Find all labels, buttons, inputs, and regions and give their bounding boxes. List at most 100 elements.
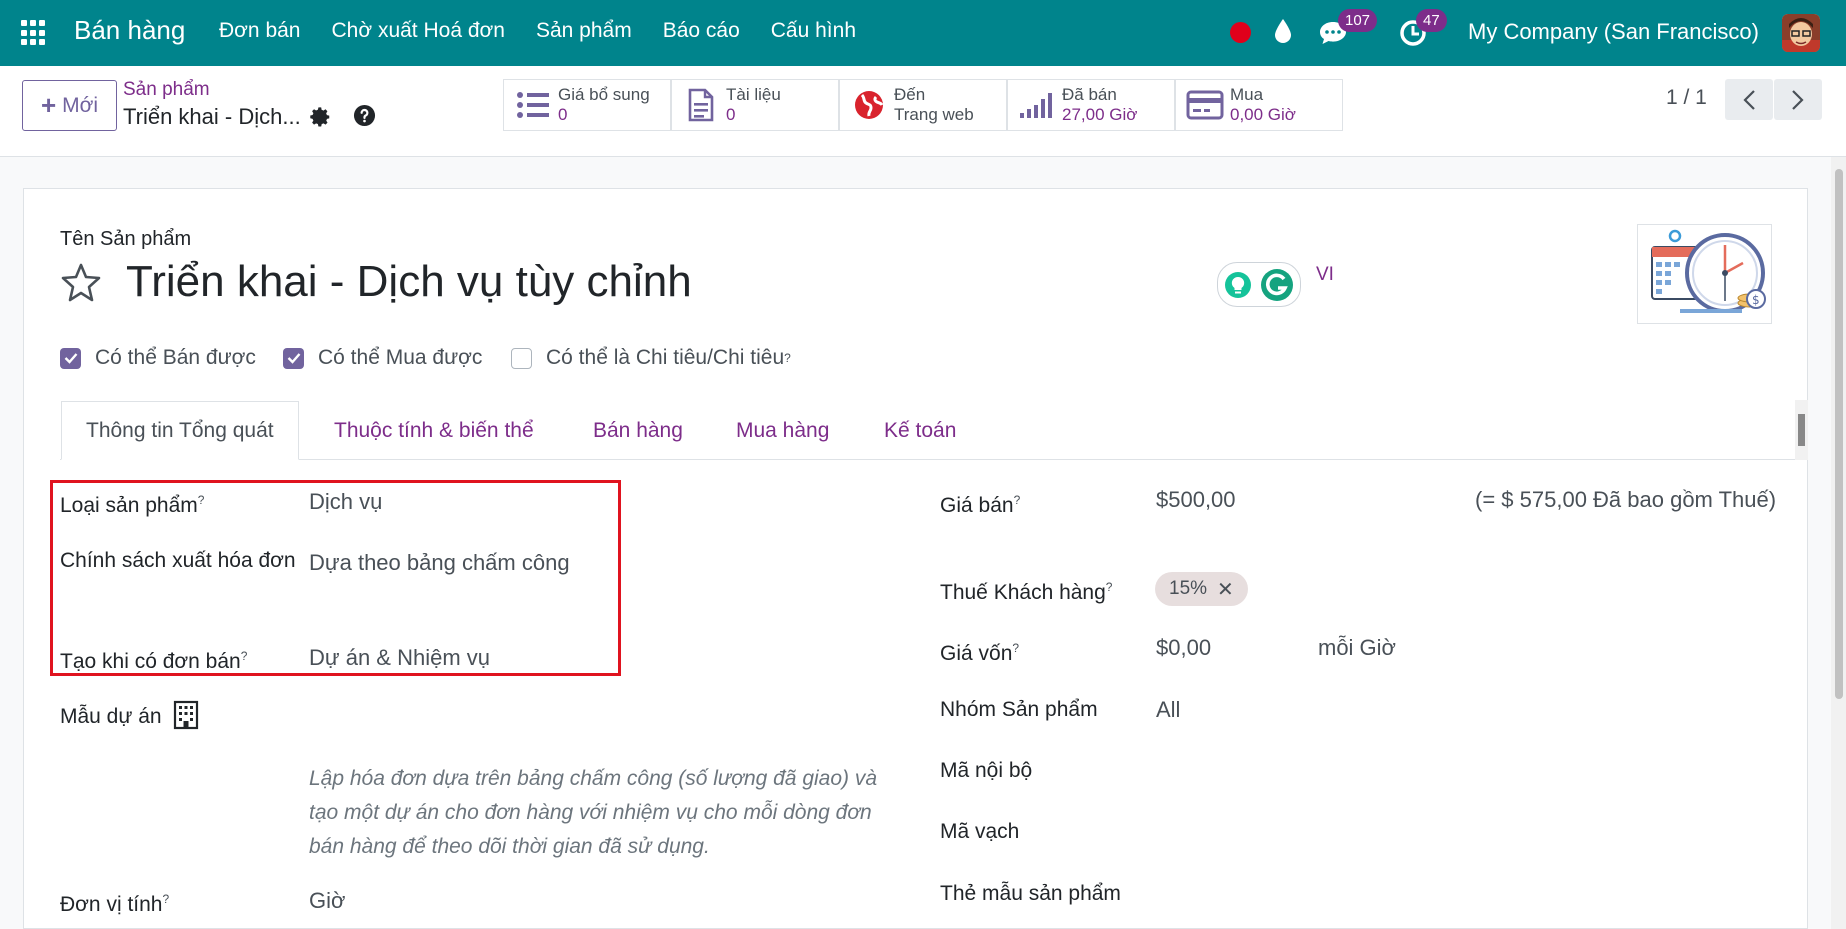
app-brand[interactable]: Bán hàng	[74, 15, 185, 46]
checkbox-checked-icon[interactable]	[283, 347, 304, 369]
product-type-select[interactable]: Dịch vụ	[309, 485, 382, 519]
checkbox-label: Có thể Mua được	[318, 346, 483, 369]
menu-item-san-pham[interactable]: Sản phẩm	[536, 19, 632, 43]
svg-text:$: $	[1752, 293, 1760, 307]
company-switcher[interactable]: My Company (San Francisco)	[1468, 19, 1759, 45]
smart-button-value: 0	[726, 105, 736, 124]
uom-select[interactable]: Giờ	[309, 884, 345, 918]
field-label-barcode: Mã vạch	[940, 820, 1020, 843]
field-label-product-type: Loại sản phẩm?	[60, 493, 205, 517]
field-label-project-template: Mẫu dự án	[60, 705, 162, 728]
chevron-left-icon	[1743, 89, 1755, 110]
tab-general-info[interactable]: Thông tin Tổng quát	[61, 401, 299, 460]
smart-button-label: Đã bán	[1062, 85, 1117, 104]
tab-sales[interactable]: Bán hàng	[593, 401, 683, 460]
pager-value[interactable]: 1 / 1	[1666, 86, 1707, 110]
product-tags-input[interactable]	[1156, 877, 1776, 911]
checkbox-label: Có thể là Chi tiêu/Chi tiêu	[546, 346, 785, 369]
smart-button-value: 0	[558, 105, 568, 124]
barcode-input[interactable]	[1156, 815, 1776, 849]
lightbulb-icon	[1225, 271, 1251, 298]
field-label-create-on-order: Tạo khi có đơn bán?	[60, 649, 248, 673]
globe-icon	[848, 89, 890, 121]
field-label-invoice-policy: Chính sách xuất hóa đơn	[60, 549, 296, 572]
remove-tag-icon[interactable]: ✕	[1217, 577, 1234, 602]
cost-input[interactable]: $0,00	[1156, 631, 1211, 665]
menu-item-bao-cao[interactable]: Báo cáo	[663, 19, 740, 43]
pager-next-button[interactable]	[1774, 79, 1822, 120]
sale-price-input[interactable]: $500,00	[1156, 483, 1236, 517]
smart-button-label: Mua	[1230, 85, 1264, 104]
chevron-right-icon	[1792, 89, 1804, 110]
main-menu: Đơn bán Chờ xuất Hoá đơn Sản phẩm Báo cá…	[219, 19, 887, 43]
field-label-sale-price: Giá bán?	[940, 493, 1021, 517]
activities-count-badge: 47	[1416, 9, 1447, 32]
smart-button-sold[interactable]: Đã bán 27,00 Giờ	[1007, 79, 1175, 131]
checkbox-can-be-expensed[interactable]: Có thể là Chi tiêu/Chi tiêu?	[511, 346, 791, 370]
menu-item-cho-xuat-hoa-don[interactable]: Chờ xuất Hoá đơn	[332, 19, 505, 43]
smart-button-label: Tài liệu	[726, 85, 781, 104]
user-avatar[interactable]	[1782, 14, 1820, 52]
drop-icon[interactable]	[1273, 17, 1293, 50]
checkbox-unchecked-icon[interactable]	[511, 347, 532, 369]
field-label-cost: Giá vốn?	[940, 641, 1020, 665]
menu-item-don-ban[interactable]: Đơn bán	[219, 19, 301, 43]
product-name-label: Tên Sản phẩm	[60, 228, 192, 250]
sale-price-tax-included: (= $ 575,00 Đã bao gồm Thuế)	[1475, 487, 1777, 512]
checkbox-label: Có thể Bán được	[95, 346, 256, 369]
grammarly-icon	[1261, 268, 1293, 301]
smart-button-website[interactable]: Đến Trang web	[839, 79, 1007, 131]
grammar-assistant-button[interactable]	[1217, 262, 1301, 307]
smart-button-value: Trang web	[894, 105, 974, 124]
help-icon[interactable]	[353, 104, 376, 132]
product-name-field[interactable]: Triển khai - Dịch vụ tùy chỉnh	[126, 257, 692, 307]
category-select[interactable]: All	[1156, 693, 1180, 727]
tabs-scrollbar[interactable]	[1795, 400, 1808, 460]
smart-button-label: Đến	[894, 85, 926, 104]
field-label-customer-tax: Thuế Khách hàng?	[940, 580, 1113, 604]
field-label-uom: Đơn vị tính?	[60, 892, 170, 916]
list-icon	[512, 91, 554, 119]
breadcrumb-parent[interactable]: Sản phẩm	[123, 79, 210, 101]
messages-count-badge: 107	[1338, 9, 1378, 32]
building-icon	[173, 700, 199, 735]
new-record-button[interactable]: + Mới	[22, 80, 117, 131]
tax-tag[interactable]: 15% ✕	[1155, 572, 1248, 606]
recording-indicator-icon[interactable]	[1230, 22, 1251, 43]
tax-tag-label: 15%	[1169, 578, 1208, 599]
invoice-policy-description: Lập hóa đơn dựa trên bảng chấm công (số …	[309, 767, 878, 858]
breadcrumb-current: Triển khai - Dịch...	[123, 104, 301, 129]
new-button-label: Mới	[62, 93, 99, 117]
checkbox-checked-icon[interactable]	[60, 347, 81, 369]
gear-icon[interactable]	[310, 106, 332, 133]
smart-button-value: 27,00 Giờ	[1062, 105, 1138, 124]
smart-button-purchased[interactable]: Mua 0,00 Giờ	[1175, 79, 1343, 131]
star-icon[interactable]	[60, 262, 102, 307]
field-label-product-tags: Thẻ mẫu sản phẩm	[940, 882, 1121, 905]
smart-button-label: Giá bổ sung	[558, 85, 650, 104]
help-tooltip-marker[interactable]: ?	[784, 351, 791, 365]
field-label-internal-ref: Mã nội bộ	[940, 759, 1033, 782]
internal-ref-input[interactable]	[1156, 754, 1776, 788]
pager-previous-button[interactable]	[1725, 79, 1773, 120]
project-template-input[interactable]	[309, 700, 869, 734]
page-scrollbar[interactable]	[1831, 157, 1846, 929]
create-on-order-select[interactable]: Dự án & Nhiệm vụ	[309, 641, 490, 675]
credit-card-icon	[1184, 90, 1226, 120]
smart-button-documents[interactable]: Tài liệu 0	[671, 79, 839, 131]
tab-attributes-variants[interactable]: Thuộc tính & biến thể	[334, 401, 534, 460]
language-code[interactable]: VI	[1316, 264, 1334, 286]
checkbox-can-be-sold[interactable]: Có thể Bán được	[60, 346, 256, 370]
apps-grid-icon[interactable]	[21, 20, 47, 46]
plus-icon: +	[40, 90, 57, 120]
tab-purchase[interactable]: Mua hàng	[736, 401, 829, 460]
cost-per-uom: mỗi Giờ	[1318, 635, 1396, 660]
document-icon	[680, 88, 722, 122]
tab-accounting[interactable]: Kế toán	[884, 401, 956, 460]
product-image[interactable]: $	[1637, 224, 1772, 324]
smart-button-extra-prices[interactable]: Giá bổ sung 0	[503, 79, 671, 131]
invoice-policy-select[interactable]: Dựa theo bảng chấm công	[309, 546, 570, 580]
menu-item-cau-hinh[interactable]: Cấu hình	[771, 19, 856, 43]
signal-icon	[1016, 91, 1058, 119]
checkbox-can-be-purchased[interactable]: Có thể Mua được	[283, 346, 482, 370]
